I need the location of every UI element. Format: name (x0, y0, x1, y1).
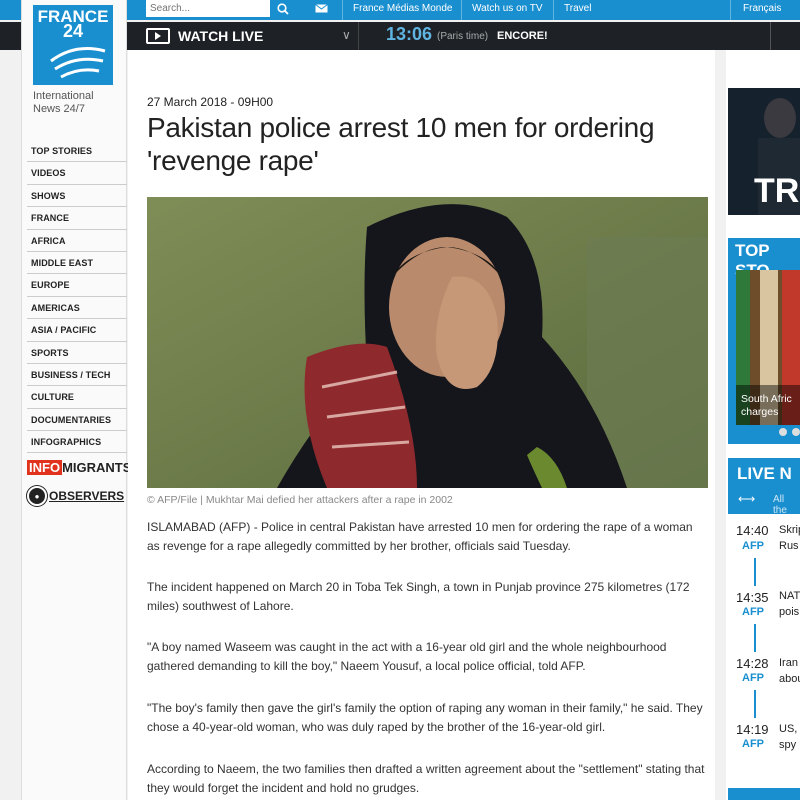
watch-live-button[interactable]: WATCH LIVE (146, 22, 263, 50)
news-line: pois (779, 606, 800, 618)
divider (358, 22, 359, 50)
newsletter-button[interactable] (306, 0, 336, 17)
nav-item-culture[interactable]: CULTURE (27, 386, 127, 409)
news-line: Iran (779, 657, 798, 669)
arrows-icon: ⟷ (738, 492, 756, 506)
mail-icon (314, 4, 328, 13)
thumbnail-text: TR (754, 172, 800, 210)
nav-item-middle-east[interactable]: MIDDLE EAST (27, 252, 127, 275)
news-time: 14:40 (736, 523, 769, 538)
nav-item-shows[interactable]: SHOWS (27, 185, 127, 208)
infomigrants-link[interactable]: INFO MIGRANTS (27, 457, 131, 477)
carousel-dot[interactable] (792, 428, 800, 436)
news-time: 14:35 (736, 590, 769, 605)
search-icon (277, 2, 289, 15)
timeline-line (754, 558, 756, 586)
nav-item-infographics[interactable]: INFOGRAPHICS (27, 431, 127, 454)
news-source: AFP (742, 540, 764, 552)
link-travel[interactable]: Travel (553, 0, 601, 20)
live-news-footer (728, 788, 800, 800)
eye-icon: ● (27, 486, 47, 506)
live-tv-thumbnail[interactable]: TR (728, 88, 800, 215)
chevron-down-icon[interactable]: ∨ (342, 28, 351, 42)
carousel-dot[interactable] (779, 428, 787, 436)
news-source: AFP (742, 672, 764, 684)
news-headline[interactable]: Skrip Rus (779, 522, 800, 554)
news-line: US, (779, 723, 798, 735)
link-watch-on-tv[interactable]: Watch us on TV (461, 0, 553, 20)
nav-item-france[interactable]: FRANCE (27, 207, 127, 230)
article-date: 27 March 2018 - 09H00 (147, 95, 274, 109)
logo-waves-icon (50, 47, 106, 79)
paragraph: "A boy named Waseem was caught in the ac… (147, 640, 667, 673)
observers-link[interactable]: ● OBSERVERS (27, 485, 124, 507)
timeline-line (754, 690, 756, 718)
france24-logo[interactable]: FRANCE 24 (33, 5, 113, 85)
paragraph: ISLAMABAD (AFP) - Police in central Paki… (147, 520, 693, 553)
paragraph: The incident happened on March 20 in Tob… (147, 580, 690, 613)
divider (770, 22, 771, 50)
news-source: AFP (742, 738, 764, 750)
caption-line2: charges (741, 406, 779, 418)
timezone-label: (Paris time) (437, 31, 489, 42)
news-line: Rus (779, 540, 799, 552)
article-photo (147, 197, 708, 488)
nav-item-sports[interactable]: SPORTS (27, 342, 127, 364)
nav-item-africa[interactable]: AFRICA (27, 230, 127, 252)
live-time: 13:06 (386, 24, 433, 44)
nav-item-americas[interactable]: AMERICAS (27, 297, 127, 320)
observers-label: OBSERVERS (49, 489, 125, 503)
article-headline: Pakistan police arrest 10 men for orderi… (147, 112, 655, 176)
nav-item-asia-pacific[interactable]: ASIA / PACIFIC (27, 319, 127, 342)
caption-line1: South Afric (741, 393, 792, 405)
news-line: NAT (779, 590, 800, 602)
timeline-line (754, 624, 756, 652)
nav-item-europe[interactable]: EUROPE (27, 274, 127, 297)
infomigrants-info: INFO (27, 459, 63, 475)
paragraph: "The boy's family then gave the girl's f… (147, 701, 703, 734)
news-line: spy (779, 739, 797, 751)
nav-item-videos[interactable]: VIDEOS (27, 162, 127, 185)
news-headline[interactable]: Iran abou (779, 655, 800, 687)
nav-item-business-tech[interactable]: BUSINESS / TECH (27, 364, 127, 387)
news-source: AFP (742, 606, 764, 618)
news-headline[interactable]: NAT pois (779, 588, 800, 620)
main-nav: TOP STORIES VIDEOS SHOWS FRANCE AFRICA M… (27, 140, 127, 454)
news-line: abou (779, 673, 800, 685)
nav-item-documentaries[interactable]: DOCUMENTARIES (27, 409, 127, 432)
live-news-title: LIVE N (737, 464, 792, 483)
top-story-caption[interactable]: South Afric charges (741, 393, 792, 419)
link-france-medias-monde[interactable]: France Médias Monde (342, 0, 463, 20)
tv-play-icon (146, 28, 170, 44)
paragraph: According to Naeem, the two families the… (147, 762, 705, 795)
photo-caption: © AFP/File | Mukhtar Mai defied her atta… (147, 494, 453, 506)
search-button[interactable] (270, 0, 296, 17)
photo-illustration (147, 197, 708, 488)
nav-item-top-stories[interactable]: TOP STORIES (27, 140, 127, 163)
current-program[interactable]: ENCORE! (497, 30, 548, 42)
live-news-all-link[interactable]: All the (773, 494, 800, 516)
tagline-line1: International (33, 90, 94, 102)
search-input[interactable] (146, 0, 270, 17)
news-time: 14:28 (736, 656, 769, 671)
tagline: International News 24/7 (33, 90, 123, 116)
watch-live-label: WATCH LIVE (178, 28, 264, 44)
news-time: 14:19 (736, 722, 769, 737)
news-line: Skrip (779, 524, 800, 536)
infomigrants-rest: MIGRANTS (62, 459, 132, 475)
tagline-line2: News 24/7 (33, 103, 85, 115)
news-headline[interactable]: US, spy (779, 721, 797, 753)
language-switch[interactable]: Français (730, 0, 781, 20)
